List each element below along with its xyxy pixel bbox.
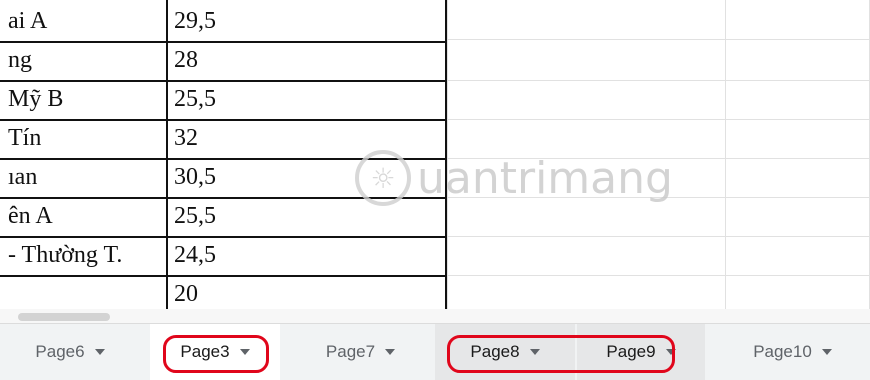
table-row: - Thường T. 24,5 (0, 236, 447, 277)
tab-label: Page7 (325, 342, 376, 361)
row-gridline (447, 39, 870, 40)
name-cell[interactable] (8, 275, 166, 309)
sheet-tab-bar: Page6 Page3 Page7 Page8 Page9 Page10 (0, 323, 870, 380)
column-gridline (725, 0, 726, 309)
score-cell[interactable]: 20 (174, 275, 444, 309)
score-cell[interactable]: 28 (174, 41, 444, 80)
caret-down-icon[interactable] (385, 349, 396, 355)
tab-page10[interactable]: Page10 (725, 324, 860, 380)
tab-page9[interactable]: Page9 (577, 324, 705, 380)
caret-down-icon[interactable] (821, 349, 832, 355)
row-gridline (447, 119, 870, 120)
row-gridline (447, 275, 870, 276)
tab-page8[interactable]: Page8 (435, 324, 575, 380)
name-cell[interactable]: Tín (8, 119, 166, 158)
name-cell[interactable]: ên A (8, 197, 166, 236)
tab-page6[interactable]: Page6 (10, 324, 130, 380)
watermark-text: uantrimang (417, 152, 673, 204)
table-row: 20 (0, 275, 447, 309)
scrollbar-thumb[interactable] (18, 313, 110, 321)
table-row: ai A 29,5 (0, 2, 447, 43)
caret-down-icon[interactable] (94, 349, 105, 355)
tab-label: Page6 (35, 342, 85, 361)
tab-page7[interactable]: Page7 (298, 324, 423, 380)
table-row: Mỹ B 25,5 (0, 80, 447, 121)
name-cell[interactable]: ng (8, 41, 166, 80)
table-column-border (166, 0, 168, 309)
tab-page3[interactable]: Page3 (150, 324, 280, 380)
horizontal-scrollbar[interactable] (0, 309, 870, 323)
caret-down-icon[interactable] (239, 349, 250, 355)
spreadsheet-grid[interactable]: ai A 29,5 ng 28 Mỹ B 25,5 Tín 32 ıan 30,… (0, 0, 870, 309)
caret-down-icon[interactable] (665, 349, 676, 355)
caret-down-icon[interactable] (529, 349, 540, 355)
watermark: ☼ uantrimang (355, 150, 673, 206)
name-cell[interactable]: Mỹ B (8, 80, 166, 119)
lightbulb-icon: ☼ (355, 150, 411, 206)
score-cell[interactable]: 25,5 (174, 80, 444, 119)
name-cell[interactable]: ai A (8, 2, 166, 41)
name-cell[interactable]: - Thường T. (8, 236, 166, 275)
table-row: ng 28 (0, 41, 447, 82)
tab-label: Page10 (753, 342, 812, 361)
tab-label: Page8 (470, 342, 520, 361)
tab-label: Page9 (606, 342, 656, 361)
tab-label: Page3 (180, 342, 230, 361)
score-cell[interactable]: 29,5 (174, 2, 444, 41)
score-cell[interactable]: 24,5 (174, 236, 444, 275)
name-cell[interactable]: ıan (8, 158, 166, 197)
row-gridline (447, 80, 870, 81)
row-gridline (447, 236, 870, 237)
